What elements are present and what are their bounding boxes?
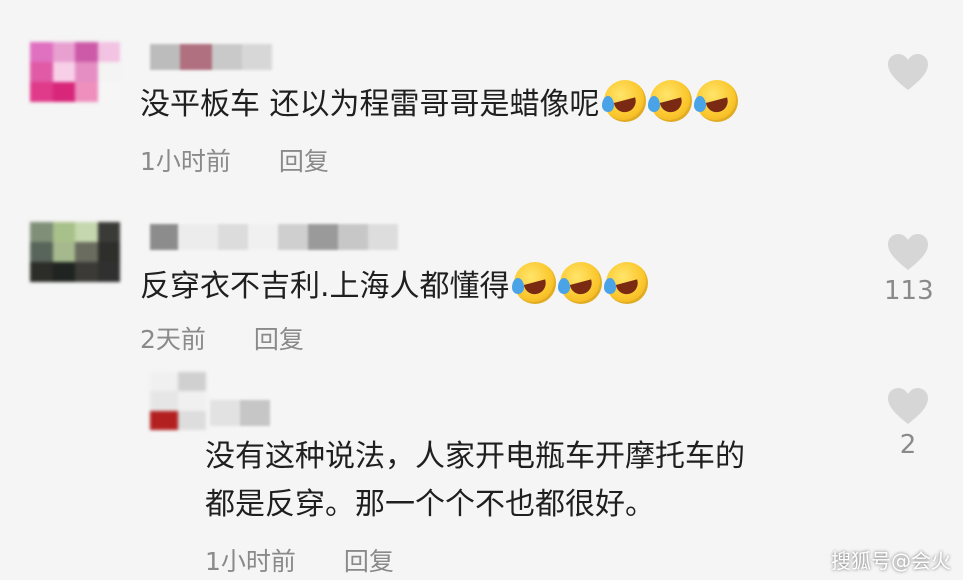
like-count: 2: [899, 430, 917, 460]
heart-icon: [884, 386, 932, 426]
rofl-emoji-icon: [603, 262, 648, 304]
like-button[interactable]: 2: [884, 386, 932, 460]
rofl-emoji-icon: [693, 80, 738, 122]
avatar[interactable]: [150, 372, 206, 430]
reply-text-line-2: 都是反穿。那一个个不也都很好。: [205, 487, 655, 522]
heart-icon: [884, 52, 932, 92]
reply-button[interactable]: 回复: [344, 547, 394, 576]
rofl-emoji-icon: [647, 80, 692, 122]
like-button[interactable]: 113: [884, 232, 934, 306]
comment-time: 2天前: [140, 325, 206, 354]
reply-text-line-1: 没有这种说法，人家开电瓶车开摩托车的: [205, 439, 745, 474]
avatar[interactable]: [30, 42, 120, 102]
comment-text: 没平板车 还以为程雷哥哥是蜡像呢: [140, 80, 738, 126]
comment-time: 1小时前: [140, 147, 231, 176]
rofl-emoji-icon: [557, 262, 602, 304]
reply-button[interactable]: 回复: [254, 325, 304, 354]
reply-time: 1小时前: [205, 547, 296, 576]
like-button[interactable]: [884, 52, 932, 92]
comment-meta: 1小时前 回复: [140, 142, 329, 178]
username-blurred[interactable]: [150, 44, 272, 70]
heart-icon: [884, 232, 932, 272]
username-blurred[interactable]: [210, 400, 270, 426]
avatar[interactable]: [30, 222, 120, 282]
watermark: 搜狐号@会火: [831, 549, 951, 573]
rofl-emoji-icon: [601, 80, 646, 122]
username-blurred[interactable]: [150, 224, 398, 250]
comment-meta: 2天前 回复: [140, 320, 304, 356]
reply-meta: 1小时前 回复: [205, 542, 394, 578]
comment-text: 反穿衣不吉利.上海人都懂得: [140, 262, 648, 308]
like-count: 113: [884, 276, 934, 306]
reply-button[interactable]: 回复: [279, 147, 329, 176]
rofl-emoji-icon: [511, 262, 556, 304]
